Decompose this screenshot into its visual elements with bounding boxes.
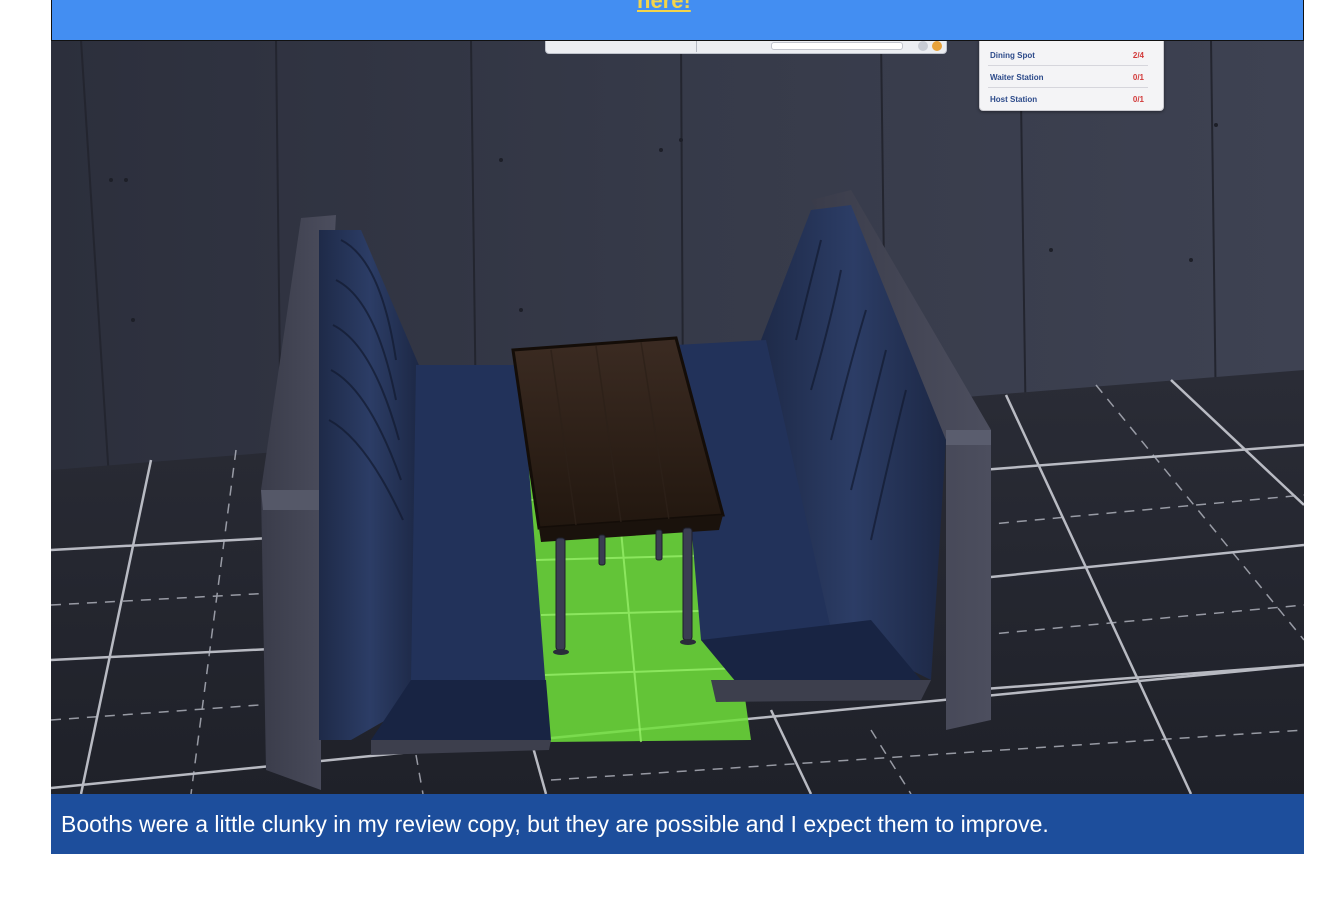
caption-text: Booths were a little clunky in my review… — [61, 811, 1049, 837]
requirement-value: 2/4 — [1132, 51, 1144, 60]
top-banner: here! — [51, 0, 1304, 41]
toolbar-button-icon — [918, 41, 928, 51]
game-toolbar — [545, 40, 947, 54]
venue-requirements-panel: Dining Spot 2/4 Waiter Station 0/1 Host … — [979, 40, 1164, 111]
requirement-name: Host Station — [990, 95, 1038, 104]
booth-scene-illustration — [51, 40, 1304, 794]
game-screenshot: Dining Spot 2/4 Waiter Station 0/1 Host … — [51, 40, 1304, 794]
toolbar-divider — [696, 40, 697, 52]
image-caption: Booths were a little clunky in my review… — [51, 794, 1304, 854]
toolbar-status-icon — [932, 41, 942, 51]
requirement-row: Waiter Station 0/1 — [988, 66, 1148, 88]
banner-link[interactable]: here! — [637, 0, 691, 14]
requirement-row: Host Station 0/1 — [988, 88, 1148, 109]
requirement-name: Waiter Station — [990, 73, 1044, 82]
requirement-value: 0/1 — [1132, 73, 1144, 82]
requirement-name: Dining Spot — [990, 51, 1035, 60]
requirement-row: Dining Spot 2/4 — [988, 44, 1148, 66]
toolbar-field — [771, 42, 903, 50]
requirement-value: 0/1 — [1132, 95, 1144, 104]
